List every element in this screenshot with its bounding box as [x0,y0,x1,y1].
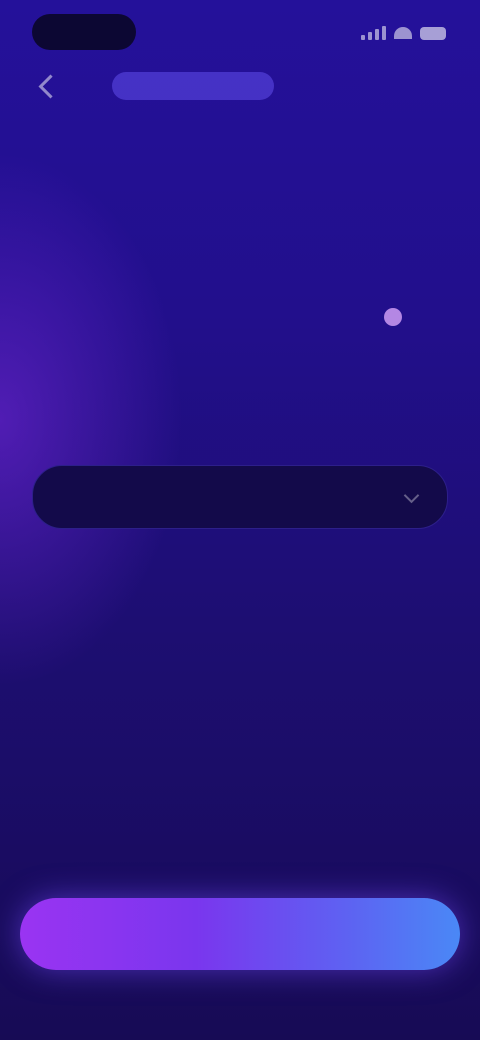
chevron-left-icon [37,73,63,99]
detail-row-4 [32,542,448,632]
wifi-icon [394,27,412,39]
header-link[interactable] [112,72,274,100]
signal-icon [361,26,386,40]
primary-action-button[interactable] [20,898,460,970]
coin-icon [384,308,402,326]
header [0,66,480,106]
chevron-down-icon [403,487,420,503]
detail-row-5 [32,632,448,722]
detail-row-selector[interactable] [32,465,448,529]
battery-icon [420,26,446,40]
status-time-pill [32,14,136,50]
detail-row-1 [32,272,448,362]
back-button[interactable] [28,66,72,106]
row-value [384,308,418,326]
status-icons [361,26,446,40]
detail-row-2 [32,362,448,452]
screen [0,0,480,1040]
row-value [398,487,420,503]
detail-rows [32,272,448,722]
status-bar [0,14,480,50]
